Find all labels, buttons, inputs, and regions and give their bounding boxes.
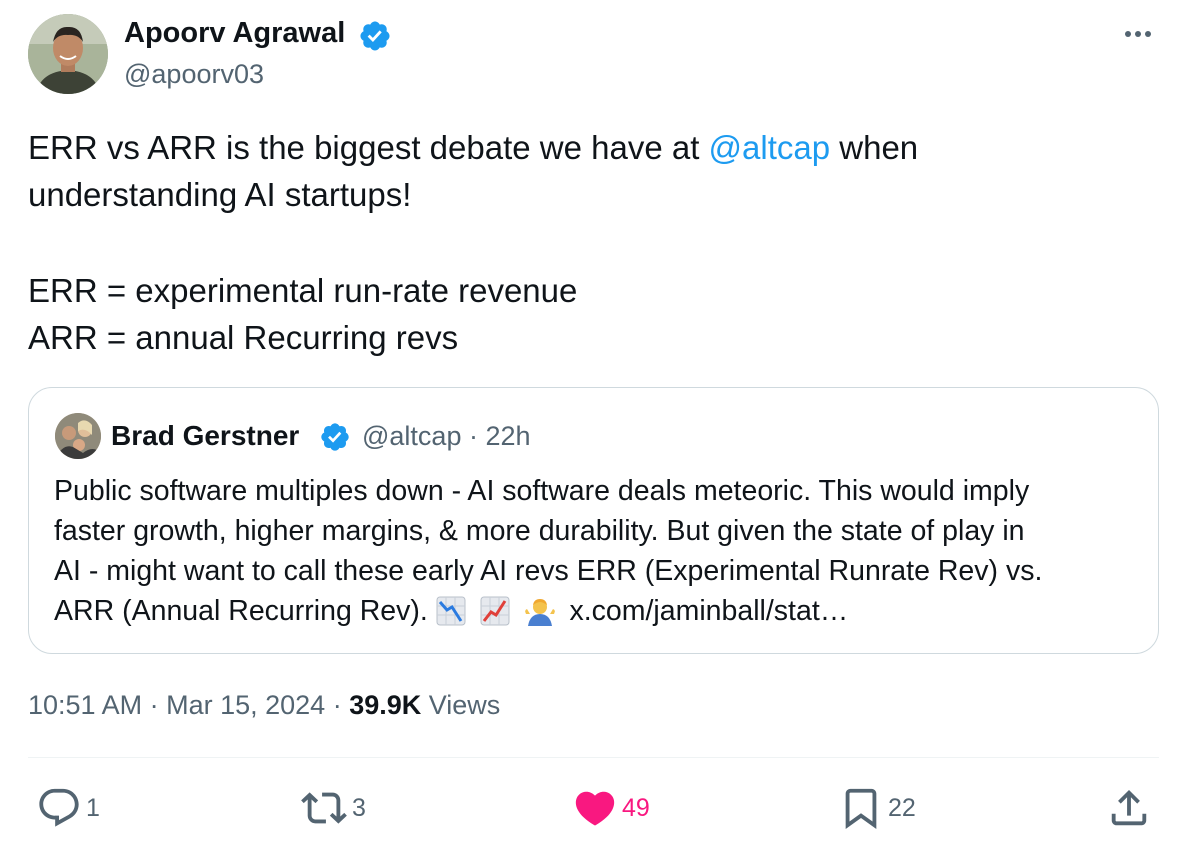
tweet-text: ERR vs ARR is the biggest debate we have… — [28, 124, 1148, 361]
retweet-icon — [301, 792, 347, 824]
author-name[interactable]: Apoorv Agrawal — [124, 17, 345, 50]
like-button[interactable]: 49 — [572, 786, 650, 830]
quote-author-avatar[interactable] — [55, 413, 101, 459]
quote-link[interactable]: x.com/jaminball/stat… — [569, 595, 848, 627]
tweet-line: ERR vs ARR is the biggest debate we have… — [28, 124, 1148, 171]
views-label: Views — [421, 690, 501, 720]
quote-line: Public software multiples down - AI soft… — [54, 475, 1030, 507]
tweet-line: ARR = annual Recurring revs — [28, 319, 459, 356]
chart-decreasing-emoji — [436, 596, 466, 626]
meta-separator: · — [325, 690, 350, 720]
tweet-line: understanding AI startups! — [28, 176, 412, 213]
tweet-date[interactable]: Mar 15, 2024 — [166, 690, 325, 720]
quote-line-text: ARR (Annual Recurring Rev). — [54, 595, 436, 627]
retweet-count: 3 — [352, 793, 366, 822]
bookmark-count: 22 — [888, 793, 916, 822]
quote-author-name[interactable]: Brad Gerstner — [111, 420, 299, 452]
author-handle[interactable]: @apoorv03 — [124, 59, 264, 90]
share-icon — [1111, 789, 1147, 826]
tweet-time[interactable]: 10:51 AM — [28, 690, 142, 720]
quote-text: Public software multiples down - AI soft… — [54, 471, 1144, 631]
reply-count: 1 — [86, 793, 100, 822]
tweet-meta: 10:51 AM · Mar 15, 2024 · 39.9K Views — [28, 690, 500, 721]
tweet-text-segment: when — [830, 129, 919, 166]
mention-link[interactable]: @altcap — [709, 129, 831, 166]
more-icon[interactable] — [1118, 22, 1158, 46]
meta-separator: · — [468, 421, 478, 451]
like-icon — [575, 791, 615, 826]
reply-icon — [39, 788, 79, 827]
chart-increasing-emoji — [480, 596, 510, 626]
quote-line: AI - might want to call these early AI r… — [54, 555, 1043, 587]
person-shrugging-emoji — [524, 599, 555, 626]
quote-meta: @altcap · 22h — [362, 421, 531, 452]
divider — [28, 757, 1159, 758]
quote-author-handle[interactable]: @altcap — [362, 421, 461, 451]
like-count: 49 — [622, 793, 650, 822]
verified-badge-icon — [321, 423, 349, 451]
tweet: Apoorv Agrawal @apoorv03 ERR vs ARR is t… — [0, 0, 1188, 850]
author-avatar[interactable] — [28, 14, 108, 94]
bookmark-icon — [845, 788, 877, 829]
verified-badge-icon — [360, 21, 390, 51]
retweet-button[interactable]: 3 — [300, 786, 366, 830]
tweet-line: ERR = experimental run-rate revenue — [28, 272, 578, 309]
quote-line: faster growth, higher margins, & more du… — [54, 515, 1025, 547]
tweet-text-segment: ERR vs ARR is the biggest debate we have… — [28, 129, 709, 166]
quote-time[interactable]: 22h — [486, 421, 531, 451]
meta-separator: · — [142, 690, 167, 720]
quoted-tweet[interactable]: Brad Gerstner @altcap · 22h Public softw… — [28, 387, 1159, 654]
views-count[interactable]: 39.9K — [349, 690, 421, 720]
reply-button[interactable]: 1 — [36, 786, 100, 830]
quote-line: ARR (Annual Recurring Rev). x.com/jaminb… — [54, 591, 1144, 631]
share-button[interactable] — [1106, 786, 1152, 830]
bookmark-button[interactable]: 22 — [838, 786, 916, 830]
